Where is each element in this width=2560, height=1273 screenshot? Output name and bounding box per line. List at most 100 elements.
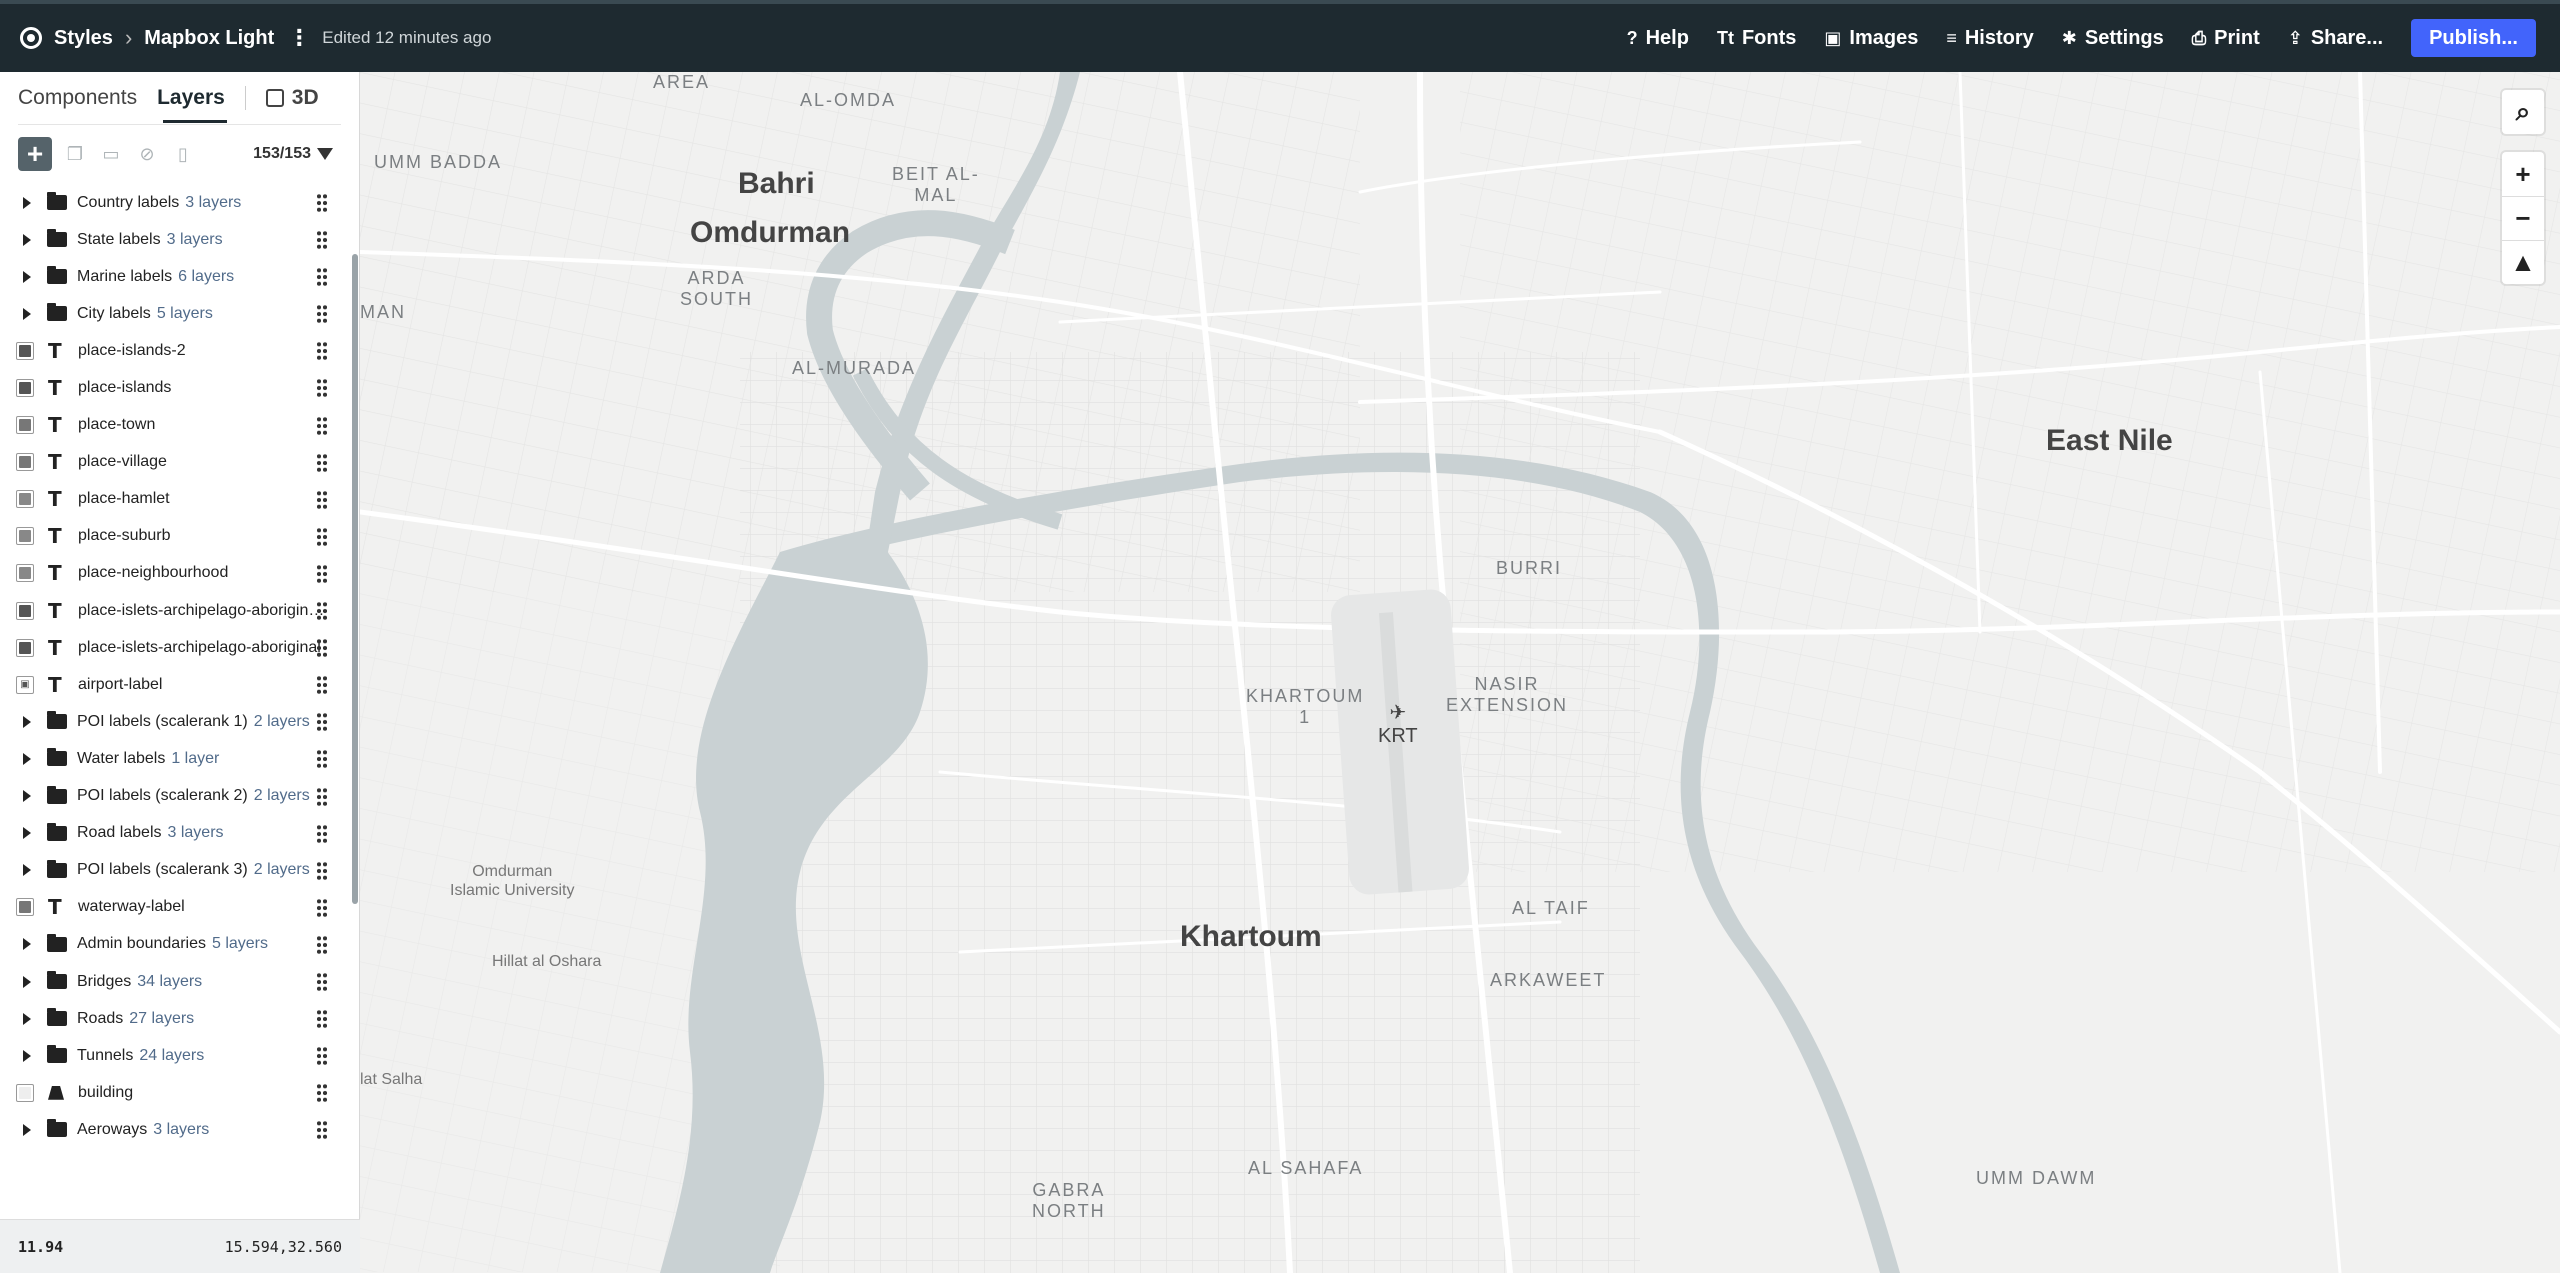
drag-handle-icon[interactable] (316, 563, 328, 584)
layer-swatch[interactable] (16, 898, 34, 917)
expand-caret-icon[interactable] (23, 1049, 31, 1062)
layer-swatch[interactable]: ▣ (16, 675, 34, 694)
map-canvas[interactable]: Bahri Omdurman East Nile Khartoum AREA A… (360, 72, 2560, 1273)
zoom-out-button[interactable]: − (2502, 196, 2544, 240)
drag-handle-icon[interactable] (316, 341, 328, 362)
drag-handle-icon[interactable] (316, 675, 328, 696)
layer-row[interactable]: Tplace-islands (0, 369, 352, 406)
layer-row[interactable]: City labels 5 layers (0, 295, 352, 332)
layer-row[interactable]: POI labels (scalerank 1) 2 layers (0, 703, 352, 740)
layer-row[interactable]: Tplace-islands-2 (0, 332, 352, 369)
layer-row[interactable]: POI labels (scalerank 2) 2 layers (0, 778, 352, 815)
expand-caret-icon[interactable] (23, 196, 31, 209)
expand-caret-icon[interactable] (23, 975, 31, 988)
fonts-button[interactable]: Tt Fonts (1717, 27, 1796, 50)
layer-row[interactable]: ▣ Tairport-label (0, 666, 352, 703)
drag-handle-icon[interactable] (316, 1046, 328, 1067)
layer-row[interactable]: building (0, 1074, 352, 1111)
layer-row[interactable]: Tplace-town (0, 407, 352, 444)
layer-row[interactable]: Country labels 3 layers (0, 184, 352, 221)
hide-icon[interactable]: ⊘ (136, 143, 158, 165)
layer-swatch[interactable] (16, 453, 34, 472)
layer-count[interactable]: 153/153 (253, 145, 333, 163)
duplicate-icon[interactable]: ❐ (64, 143, 86, 165)
layer-list-scrollbar[interactable] (351, 184, 359, 1200)
layer-swatch[interactable] (16, 527, 34, 546)
add-layer-button[interactable]: + (18, 137, 52, 171)
tab-layers[interactable]: Layers (157, 86, 225, 110)
drag-handle-icon[interactable] (316, 452, 328, 473)
delete-icon[interactable]: ▯ (172, 143, 194, 165)
help-button[interactable]: ? Help (1627, 27, 1689, 50)
drag-handle-icon[interactable] (316, 934, 328, 955)
drag-handle-icon[interactable] (316, 526, 328, 547)
layer-row[interactable]: Marine labels 6 layers (0, 258, 352, 295)
drag-handle-icon[interactable] (316, 971, 328, 992)
layer-row[interactable]: Tplace-neighbourhood (0, 555, 352, 592)
layer-row[interactable]: Twaterway-label (0, 889, 352, 926)
layer-row[interactable]: Bridges 34 layers (0, 963, 352, 1000)
share-button[interactable]: ⇪ Share... (2288, 27, 2383, 50)
layer-row[interactable]: POI labels (scalerank 3) 2 layers (0, 852, 352, 889)
tab-components[interactable]: Components (18, 86, 137, 110)
drag-handle-icon[interactable] (316, 601, 328, 622)
layer-row[interactable]: State labels 3 layers (0, 221, 352, 258)
drag-handle-icon[interactable] (316, 712, 328, 733)
layer-swatch[interactable] (16, 638, 34, 657)
publish-button[interactable]: Publish... (2411, 19, 2536, 57)
zoom-in-button[interactable]: + (2502, 152, 2544, 196)
scrollbar-thumb[interactable] (352, 254, 358, 904)
layer-swatch[interactable] (16, 416, 34, 435)
layer-row[interactable]: Aeroways 3 layers (0, 1111, 352, 1148)
drag-handle-icon[interactable] (316, 823, 328, 844)
compass-north-icon[interactable]: ▲ (2502, 240, 2544, 284)
expand-caret-icon[interactable] (23, 715, 31, 728)
settings-button[interactable]: ✱ Settings (2062, 27, 2164, 50)
layer-swatch[interactable] (16, 379, 34, 398)
layer-row[interactable]: Road labels 3 layers (0, 815, 352, 852)
drag-handle-icon[interactable] (316, 193, 328, 213)
layer-swatch[interactable] (16, 564, 34, 583)
drag-handle-icon[interactable] (316, 304, 328, 325)
layer-row[interactable]: Tplace-suburb (0, 518, 352, 555)
images-button[interactable]: ▣ Images (1824, 27, 1918, 50)
expand-caret-icon[interactable] (23, 790, 31, 803)
layer-row[interactable]: Tplace-islets-archipelago-aboriginal (0, 629, 352, 666)
layer-swatch[interactable] (16, 490, 34, 509)
drag-handle-icon[interactable] (316, 415, 328, 436)
layer-row[interactable]: Tplace-islets-archipelago-aboriginal... (0, 592, 352, 629)
drag-handle-icon[interactable] (316, 860, 328, 881)
drag-handle-icon[interactable] (316, 1009, 328, 1030)
drag-handle-icon[interactable] (316, 638, 328, 659)
layer-row[interactable]: Tplace-village (0, 444, 352, 481)
drag-handle-icon[interactable] (316, 897, 328, 918)
expand-caret-icon[interactable] (23, 938, 31, 951)
layer-row[interactable]: Tunnels 24 layers (0, 1037, 352, 1074)
layer-swatch[interactable] (16, 341, 34, 360)
drag-handle-icon[interactable] (316, 749, 328, 770)
expand-caret-icon[interactable] (23, 827, 31, 840)
drag-handle-icon[interactable] (316, 230, 328, 251)
layer-row[interactable]: Roads 27 layers (0, 1000, 352, 1037)
drag-handle-icon[interactable] (316, 267, 328, 288)
layer-row[interactable]: Water labels 1 layer (0, 740, 352, 777)
expand-caret-icon[interactable] (23, 1123, 31, 1136)
drag-handle-icon[interactable] (316, 1120, 328, 1141)
expand-caret-icon[interactable] (23, 233, 31, 246)
expand-caret-icon[interactable] (23, 270, 31, 283)
drag-handle-icon[interactable] (316, 786, 328, 807)
drag-handle-icon[interactable] (316, 489, 328, 510)
breadcrumb-styles[interactable]: Styles (54, 27, 113, 50)
print-button[interactable]: ⎙ Print (2192, 27, 2260, 50)
folder-icon[interactable]: ▭ (100, 143, 122, 165)
drag-handle-icon[interactable] (316, 378, 328, 399)
layer-row[interactable]: Admin boundaries 5 layers (0, 926, 352, 963)
drag-handle-icon[interactable] (316, 1083, 328, 1104)
layer-swatch[interactable] (16, 601, 34, 620)
expand-caret-icon[interactable] (23, 307, 31, 320)
style-name[interactable]: Mapbox Light (144, 27, 274, 50)
expand-caret-icon[interactable] (23, 1012, 31, 1025)
layer-swatch[interactable] (16, 1083, 34, 1102)
history-button[interactable]: ≡ History (1946, 27, 2033, 50)
layer-row[interactable]: Tplace-hamlet (0, 481, 352, 518)
